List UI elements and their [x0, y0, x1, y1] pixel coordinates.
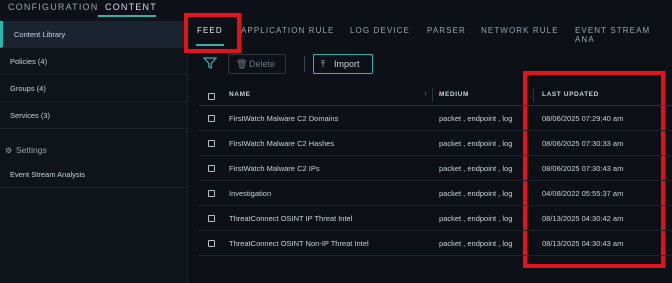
- feed-last-updated: 08/06/2025 07:30:43 am: [542, 164, 624, 173]
- tab-content[interactable]: CONTENT: [105, 2, 157, 12]
- top-nav: CONFIGURATION CONTENT: [0, 0, 672, 18]
- main-panel: FEED APPLICATION RULE LOG DEVICE PARSER …: [184, 13, 672, 283]
- feed-name: FirstWatch Malware C2 Hashes: [229, 139, 335, 148]
- content-subtabs: FEED APPLICATION RULE LOG DEVICE PARSER …: [189, 18, 672, 48]
- trash-icon: 🗑: [236, 59, 248, 69]
- delete-button[interactable]: 🗑 Delete: [228, 54, 286, 74]
- gear-icon: ⚙: [5, 146, 13, 155]
- sidebar-item-event-stream-analysis[interactable]: Event Stream Analysis: [0, 161, 188, 188]
- sidebar-settings-header[interactable]: ⚙ Settings: [5, 145, 47, 155]
- feed-name: ThreatConnect OSINT Non-IP Threat Intel: [229, 239, 369, 248]
- row-checkbox[interactable]: [208, 115, 215, 122]
- feed-last-updated: 08/13/2025 04:30:43 am: [542, 239, 624, 248]
- sidebar: Content Library Policies (4) Groups (4) …: [0, 18, 188, 283]
- table-header: NAME ↑ MEDIUM LAST UPDATED: [199, 84, 672, 106]
- table-row[interactable]: FirstWatch Malware C2 IPs packet , endpo…: [199, 156, 672, 181]
- tab-parser[interactable]: PARSER: [427, 26, 466, 35]
- tab-application-rule[interactable]: APPLICATION RULE: [241, 26, 334, 35]
- feed-last-updated: 04/08/2022 05:55:37 am: [542, 189, 624, 198]
- feed-last-updated: 08/13/2025 04:30:42 am: [542, 214, 624, 223]
- sort-arrow-icon[interactable]: ↑: [424, 91, 428, 98]
- feed-last-updated: 08/06/2025 07:29:40 am: [542, 114, 624, 123]
- import-button-label: Import: [334, 59, 360, 69]
- tab-event-stream-analysis[interactable]: EVENT STREAM ANA: [575, 26, 672, 44]
- column-header-last-updated[interactable]: LAST UPDATED: [542, 91, 599, 98]
- feed-medium: packet , endpoint , log: [439, 164, 513, 173]
- feed-medium: packet , endpoint , log: [439, 214, 513, 223]
- tab-network-rule[interactable]: NETWORK RULE: [481, 26, 559, 35]
- tab-configuration[interactable]: CONFIGURATION: [8, 2, 98, 12]
- column-header-name[interactable]: NAME: [229, 91, 251, 98]
- feed-name: FirstWatch Malware C2 IPs: [229, 164, 320, 173]
- feed-name: FirstWatch Malware C2 Domains: [229, 114, 339, 123]
- import-button[interactable]: ⤒ Import: [313, 54, 373, 74]
- table-row[interactable]: Investigation packet , endpoint , log 04…: [199, 181, 672, 206]
- tab-log-device[interactable]: LOG DEVICE: [350, 26, 410, 35]
- tab-feed-underline: [196, 44, 224, 46]
- settings-label: Settings: [16, 145, 47, 155]
- row-checkbox[interactable]: [208, 240, 215, 247]
- delete-button-label: Delete: [249, 59, 276, 69]
- sidebar-item-policies[interactable]: Policies (4): [0, 48, 188, 75]
- row-checkbox[interactable]: [208, 215, 215, 222]
- feed-last-updated: 08/06/2025 07:30:33 am: [542, 139, 624, 148]
- tab-content-underline: [98, 15, 156, 17]
- feed-medium: packet , endpoint , log: [439, 139, 513, 148]
- row-checkbox[interactable]: [208, 165, 215, 172]
- feed-medium: packet , endpoint , log: [439, 189, 513, 198]
- table-row[interactable]: FirstWatch Malware C2 Hashes packet , en…: [199, 131, 672, 156]
- table-row[interactable]: ThreatConnect OSINT Non-IP Threat Intel …: [199, 231, 672, 256]
- sidebar-item-groups[interactable]: Groups (4): [0, 75, 188, 102]
- sidebar-item-content-library[interactable]: Content Library: [0, 21, 188, 48]
- toolbar-divider: [304, 56, 305, 72]
- sidebar-item-services[interactable]: Services (3): [0, 102, 188, 129]
- filter-icon[interactable]: [203, 56, 217, 70]
- upload-icon: ⤒: [321, 59, 325, 69]
- column-separator: [533, 88, 534, 102]
- toolbar: 🗑 Delete ⤒ Import: [189, 52, 672, 78]
- feed-medium: packet , endpoint , log: [439, 114, 513, 123]
- table-row[interactable]: FirstWatch Malware C2 Domains packet , e…: [199, 106, 672, 131]
- row-checkbox[interactable]: [208, 140, 215, 147]
- feed-name: ThreatConnect OSINT IP Threat Intel: [229, 214, 353, 223]
- feed-medium: packet , endpoint , log: [439, 239, 513, 248]
- column-header-medium[interactable]: MEDIUM: [439, 91, 469, 98]
- tab-feed[interactable]: FEED: [197, 26, 223, 35]
- table-row[interactable]: ThreatConnect OSINT IP Threat Intel pack…: [199, 206, 672, 231]
- row-checkbox[interactable]: [208, 190, 215, 197]
- feed-name: Investigation: [229, 189, 272, 198]
- column-separator: [432, 88, 433, 102]
- select-all-checkbox[interactable]: [208, 93, 215, 100]
